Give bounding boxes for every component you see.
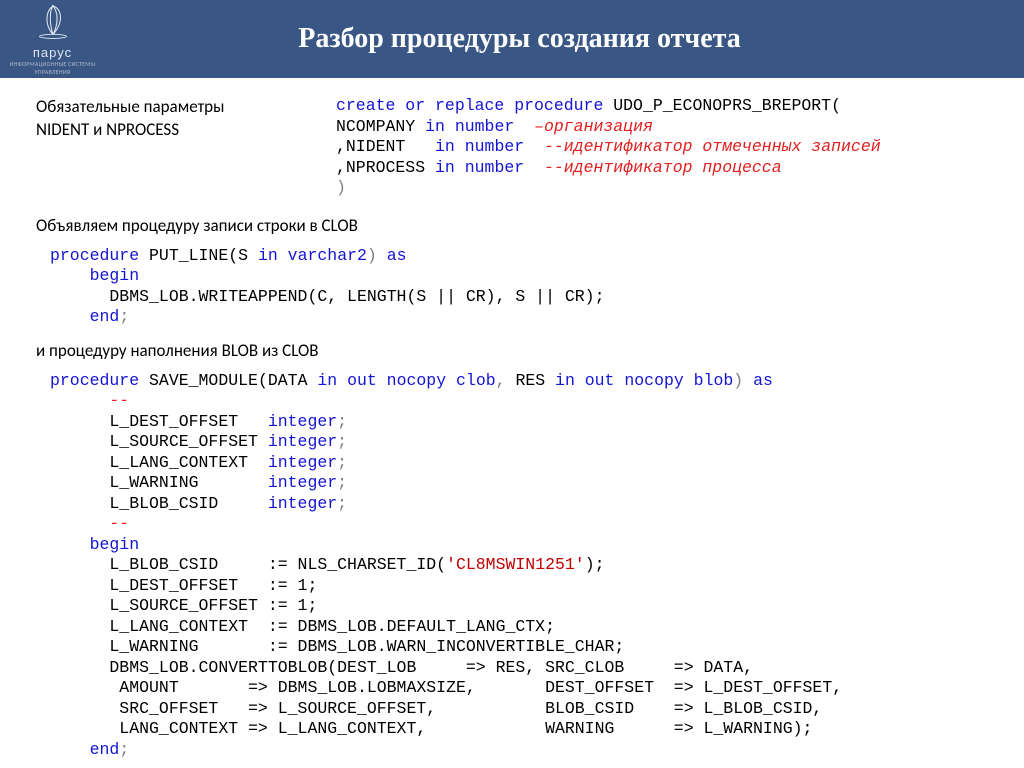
code-block-header: create or replace procedure UDO_P_ECONOP… <box>336 96 881 199</box>
logo-tagline: ИНФОРМАЦИОННЫЕ СИСТЕМЫ УПРАВЛЕНИЯ <box>0 60 105 76</box>
slide-content: Обязательные параметры NIDENT и NPROCESS… <box>0 78 1024 760</box>
note-line2: NIDENT и NPROCESS <box>36 119 179 140</box>
logo-brand: парус <box>0 45 105 60</box>
sail-icon <box>35 4 71 40</box>
section-savemodule-heading: и процедуру наполнения BLOB из CLOB <box>36 340 988 361</box>
note-line1: Обязательные параметры <box>36 96 224 117</box>
mandatory-params-note: Обязательные параметры NIDENT и NPROCESS <box>36 96 276 199</box>
slide-header: парус ИНФОРМАЦИОННЫЕ СИСТЕМЫ УПРАВЛЕНИЯ … <box>0 0 1024 78</box>
code-block-putline: procedure PUT_LINE(S in varchar2) as beg… <box>36 246 988 328</box>
code-block-savemodule: procedure SAVE_MODULE(DATA in out nocopy… <box>36 371 988 761</box>
slide-title: Разбор процедуры создания отчета <box>105 23 1024 55</box>
logo: парус ИНФОРМАЦИОННЫЕ СИСТЕМЫ УПРАВЛЕНИЯ <box>0 2 105 76</box>
section-putline-heading: Объявляем процедуру записи строки в CLOB <box>36 215 988 236</box>
